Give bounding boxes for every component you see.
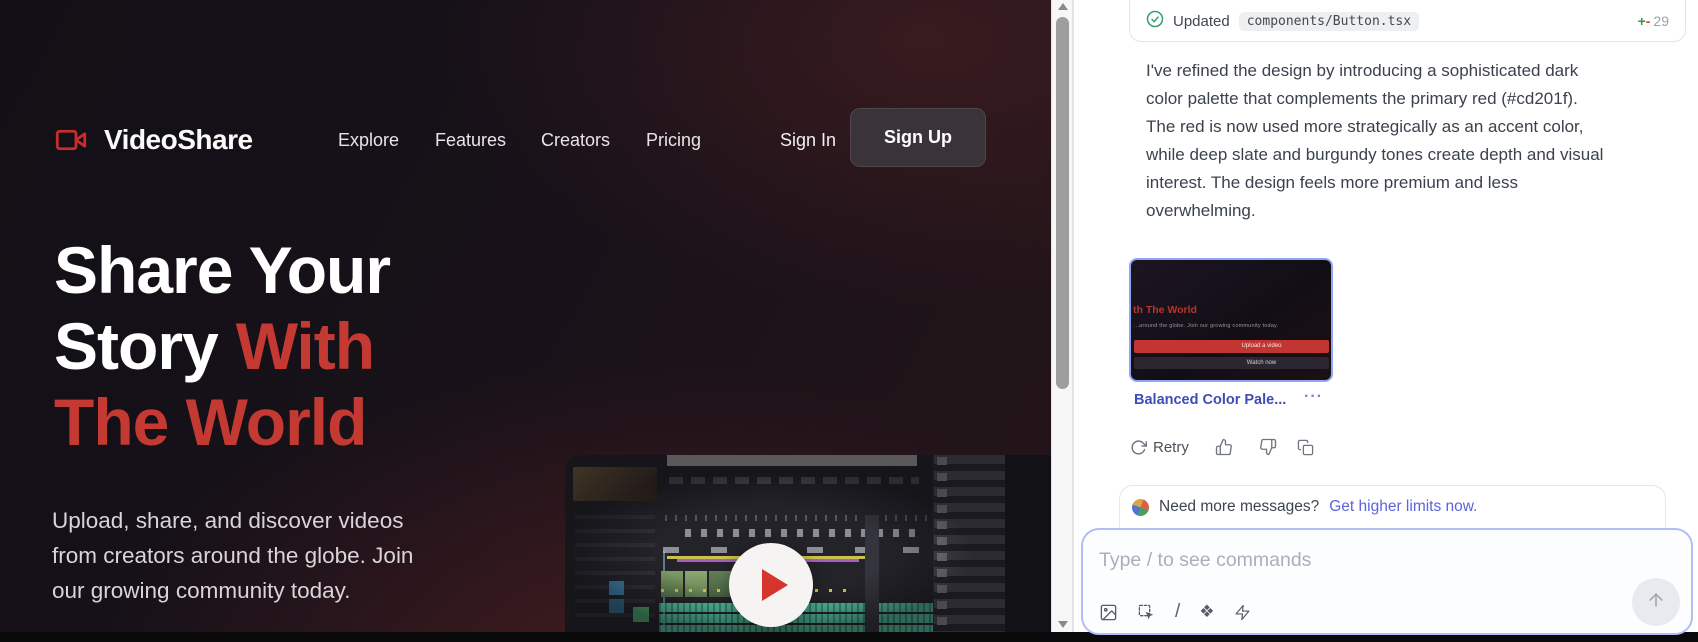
mini-primary-button: Upload a video: [1134, 340, 1329, 353]
attach-image-icon[interactable]: [1099, 603, 1118, 622]
scroll-up-arrow-icon[interactable]: [1058, 3, 1068, 10]
mini-hero-body: ...around the globe. Join our growing co…: [1134, 323, 1330, 329]
artifact-preview-thumbnail[interactable]: th The World ...around the globe. Join o…: [1129, 258, 1333, 382]
nav-link-pricing[interactable]: Pricing: [646, 130, 701, 151]
get-higher-limits-link[interactable]: Get higher limits now.: [1329, 498, 1477, 516]
play-button[interactable]: [729, 543, 813, 627]
artifact-overflow-menu-icon[interactable]: ···: [1304, 388, 1323, 406]
file-update-card[interactable]: Updated components/Button.tsx +-29: [1129, 0, 1686, 42]
thumbs-down-icon[interactable]: [1259, 438, 1277, 456]
mini-secondary-button: Watch now: [1134, 357, 1329, 369]
vertical-scrollbar[interactable]: [1051, 0, 1073, 632]
retry-button[interactable]: Retry: [1130, 439, 1189, 456]
update-action-label: Updated: [1173, 13, 1230, 30]
hero-title-line1: Share Your: [54, 232, 390, 308]
arrow-up-icon: [1646, 590, 1666, 615]
hero-subtitle: Upload, share, and discover videos from …: [52, 503, 413, 608]
scroll-down-arrow-icon[interactable]: [1058, 621, 1068, 628]
brand-name: VideoShare: [104, 124, 253, 156]
nav-link-creators[interactable]: Creators: [541, 130, 610, 151]
copy-icon[interactable]: [1297, 439, 1314, 456]
chat-composer: / ❖: [1081, 528, 1693, 635]
chat-panel: Updated components/Button.tsx +-29 I've …: [1073, 0, 1698, 632]
slash-command-icon[interactable]: /: [1175, 601, 1180, 623]
hero-video-thumbnail: [565, 455, 1051, 632]
hero-title-line3: The World: [54, 384, 390, 460]
app-window: VideoShare Explore Features Creators Pri…: [0, 0, 1698, 642]
composer-toolbar: / ❖: [1099, 601, 1251, 623]
retry-label: Retry: [1153, 439, 1189, 456]
usage-pie-icon: [1132, 499, 1149, 516]
integrations-diamond-icon[interactable]: ❖: [1199, 602, 1214, 622]
play-icon: [762, 569, 788, 601]
hero-title: Share Your StoryWith The World: [54, 232, 390, 460]
quick-actions-bolt-icon[interactable]: [1234, 604, 1251, 621]
check-circle-icon: [1146, 10, 1164, 33]
video-camera-icon: [50, 125, 92, 155]
updated-file-path[interactable]: components/Button.tsx: [1239, 12, 1419, 31]
mini-hero-headline: th The World: [1133, 304, 1197, 316]
send-button[interactable]: [1632, 578, 1680, 626]
assistant-message: I've refined the design by introducing a…: [1146, 57, 1603, 225]
nav-link-features[interactable]: Features: [435, 130, 506, 151]
select-element-icon[interactable]: [1137, 603, 1156, 622]
artifact-title-link[interactable]: Balanced Color Pale...: [1134, 392, 1286, 408]
retry-icon: [1130, 439, 1147, 456]
thumbs-up-icon[interactable]: [1215, 438, 1233, 456]
sign-up-button[interactable]: Sign Up: [850, 108, 986, 167]
sign-in-link[interactable]: Sign In: [780, 130, 836, 151]
diff-stats: +-29: [1638, 13, 1669, 29]
site-preview-pane: VideoShare Explore Features Creators Pri…: [0, 0, 1051, 632]
composer-input[interactable]: [1099, 542, 1519, 578]
limits-banner-text: Need more messages?: [1159, 498, 1319, 516]
nav-link-explore[interactable]: Explore: [338, 130, 399, 151]
hero-title-line2: StoryWith: [54, 308, 390, 384]
brand-logo[interactable]: VideoShare: [50, 124, 253, 156]
scrollbar-thumb[interactable]: [1056, 17, 1069, 389]
message-actions-toolbar: Retry: [1130, 438, 1314, 456]
